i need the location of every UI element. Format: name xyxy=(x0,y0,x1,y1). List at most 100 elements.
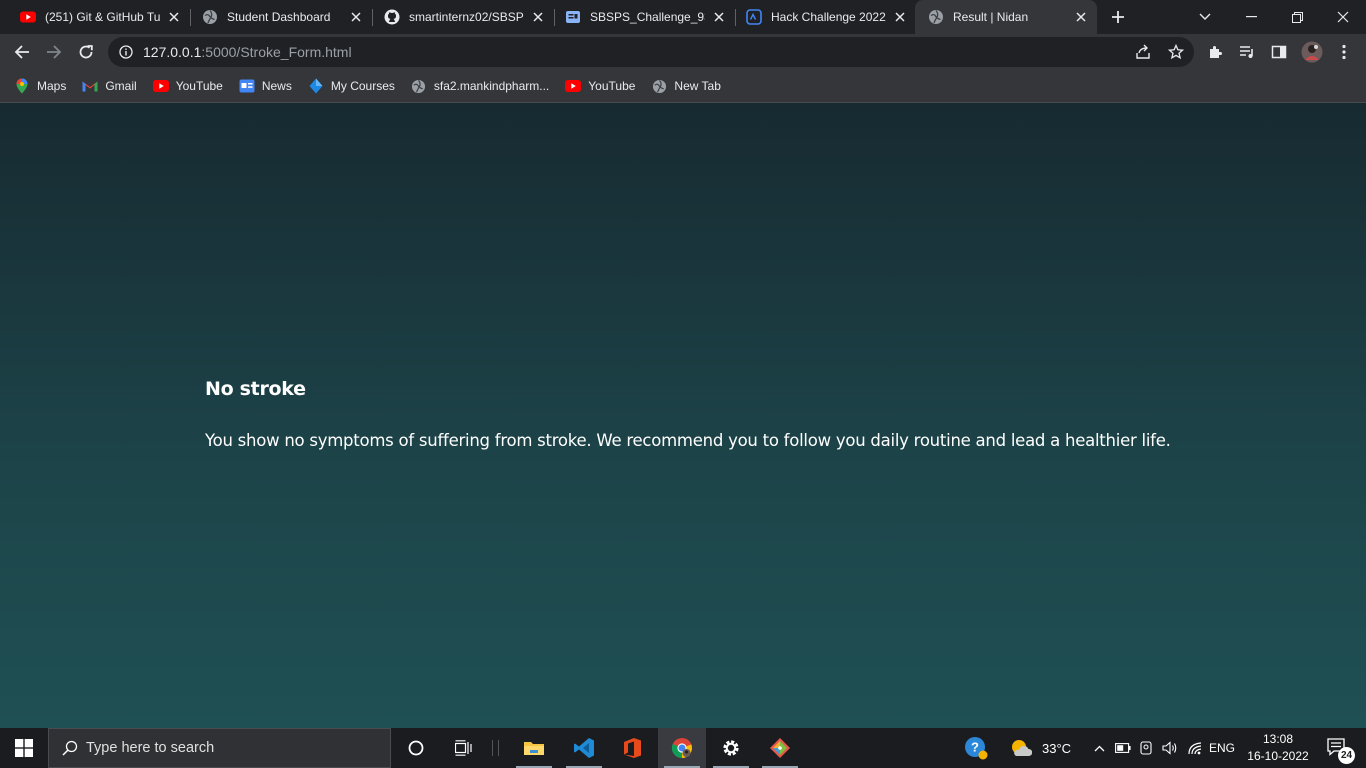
weather-widget[interactable]: 33°C xyxy=(1010,728,1080,768)
tab-title: Student Dashboard xyxy=(227,10,331,24)
side-panel-button[interactable] xyxy=(1265,38,1293,66)
arrow-right-icon xyxy=(47,45,62,59)
search-icon xyxy=(62,740,78,756)
battery-icon[interactable] xyxy=(1112,728,1134,768)
media-button[interactable] xyxy=(1233,38,1261,66)
tab-title: (251) Git & GitHub Tu xyxy=(45,10,160,24)
bookmark-sfa2[interactable]: sfa2.mankindpharm... xyxy=(403,72,557,100)
chevron-down-icon xyxy=(1199,13,1211,20)
playlist-icon xyxy=(1240,46,1253,58)
close-tab-icon[interactable] xyxy=(1073,9,1089,25)
close-tab-icon[interactable] xyxy=(530,9,546,25)
result-page: No stroke You show no symptoms of suffer… xyxy=(0,103,1366,728)
bookmark-label: News xyxy=(261,79,292,93)
minimize-button[interactable] xyxy=(1228,0,1274,34)
taskbar-search-box[interactable]: Type here to search xyxy=(48,728,391,768)
bookmark-star-icon[interactable] xyxy=(1168,44,1184,60)
new-tab-button[interactable] xyxy=(1106,5,1130,29)
github-icon xyxy=(384,9,400,25)
globe-icon xyxy=(411,78,427,94)
bookmark-youtube[interactable]: YouTube xyxy=(145,72,231,100)
search-placeholder: Type here to search xyxy=(86,740,215,756)
restore-icon xyxy=(1291,11,1303,23)
cortana-icon xyxy=(408,740,424,756)
result-title: No stroke xyxy=(205,378,306,400)
tab-sbsps-challenge[interactable]: SBSPS_Challenge_930 xyxy=(545,0,735,34)
svg-text:?: ? xyxy=(971,740,979,755)
notification-center-button[interactable]: 24 xyxy=(1318,728,1358,768)
bookmark-news[interactable]: News xyxy=(231,72,300,100)
close-tab-icon[interactable] xyxy=(892,9,908,25)
start-button[interactable] xyxy=(0,728,48,768)
help-tray-button[interactable]: ? xyxy=(960,728,992,768)
chrome-icon xyxy=(671,738,692,759)
minimize-icon xyxy=(1245,16,1257,18)
url-host: 127.0.0.1 xyxy=(143,44,202,60)
bookmark-youtube-2[interactable]: YouTube xyxy=(557,72,643,100)
bookmark-label: My Courses xyxy=(330,79,395,93)
folder-icon xyxy=(524,742,544,755)
system-clock[interactable]: 13:08 16-10-2022 xyxy=(1240,731,1316,765)
info-icon[interactable] xyxy=(119,45,133,59)
share-icon[interactable] xyxy=(1135,44,1151,60)
close-tab-icon[interactable] xyxy=(711,9,727,25)
network-icon[interactable] xyxy=(1184,728,1206,768)
browser-toolbar: 127.0.0.1:5000/Stroke_Form.html xyxy=(0,34,1366,70)
bookmark-label: YouTube xyxy=(175,79,223,93)
puzzle-icon xyxy=(1210,46,1222,58)
show-hidden-icons[interactable] xyxy=(1090,728,1108,768)
office-button[interactable] xyxy=(608,728,656,768)
volume-icon[interactable] xyxy=(1159,728,1181,768)
bookmark-maps[interactable]: Maps xyxy=(6,72,74,100)
tab-title: Hack Challenge 2022 xyxy=(771,10,886,24)
close-tab-icon[interactable] xyxy=(166,9,182,25)
news-icon xyxy=(239,78,255,94)
globe-icon xyxy=(651,78,667,94)
forward-button[interactable] xyxy=(40,38,68,66)
restore-button[interactable] xyxy=(1274,0,1320,34)
task-view-button[interactable] xyxy=(440,728,488,768)
tab-hack-challenge[interactable]: Hack Challenge 2022 xyxy=(726,0,916,34)
bookmark-gmail[interactable]: Gmail xyxy=(74,72,144,100)
vscode-icon xyxy=(574,738,594,758)
meet-now-icon[interactable] xyxy=(1136,728,1158,768)
tab-search-button[interactable] xyxy=(1182,0,1228,34)
reload-button[interactable] xyxy=(72,38,100,66)
close-tab-icon[interactable] xyxy=(348,9,364,25)
youtube-icon xyxy=(152,78,169,94)
git-button[interactable] xyxy=(756,728,804,768)
extensions-button[interactable] xyxy=(1202,38,1230,66)
cortana-button[interactable] xyxy=(392,728,440,768)
tab-github[interactable]: smartinternz02/SBSPS xyxy=(364,0,554,34)
bookmark-my-courses[interactable]: My Courses xyxy=(300,72,403,100)
chevron-up-icon xyxy=(1094,745,1104,751)
maps-icon xyxy=(14,78,30,94)
bookmark-new-tab[interactable]: New Tab xyxy=(643,72,728,100)
tab-youtube[interactable]: (251) Git & GitHub Tu xyxy=(0,0,190,34)
tab-student-dashboard[interactable]: Student Dashboard xyxy=(182,0,372,34)
reload-icon xyxy=(79,45,93,59)
tab-result-nidan[interactable]: Result | Nidan xyxy=(915,0,1097,34)
language-indicator[interactable]: ENG xyxy=(1207,728,1237,768)
bookmark-label: YouTube xyxy=(588,79,636,93)
clock-time: 13:08 xyxy=(1262,732,1294,746)
menu-button[interactable] xyxy=(1330,38,1358,66)
close-window-button[interactable] xyxy=(1320,0,1366,34)
tab-title: SBSPS_Challenge_930 xyxy=(590,10,705,24)
document-icon xyxy=(565,9,581,25)
sun-cloud-icon xyxy=(1010,739,1032,757)
address-bar[interactable]: 127.0.0.1:5000/Stroke_Form.html xyxy=(108,37,1194,67)
chrome-button[interactable] xyxy=(658,728,706,768)
back-button[interactable] xyxy=(8,38,36,66)
git-icon xyxy=(770,738,790,758)
file-explorer-button[interactable] xyxy=(510,728,558,768)
bookmark-label: Maps xyxy=(37,79,67,93)
settings-button[interactable] xyxy=(707,728,755,768)
help-icon: ? xyxy=(965,737,988,760)
vscode-button[interactable] xyxy=(560,728,608,768)
gear-icon xyxy=(723,740,739,756)
youtube-icon xyxy=(565,78,582,94)
profile-button[interactable] xyxy=(1298,38,1326,66)
courses-icon xyxy=(308,78,324,94)
office-icon xyxy=(624,738,641,758)
